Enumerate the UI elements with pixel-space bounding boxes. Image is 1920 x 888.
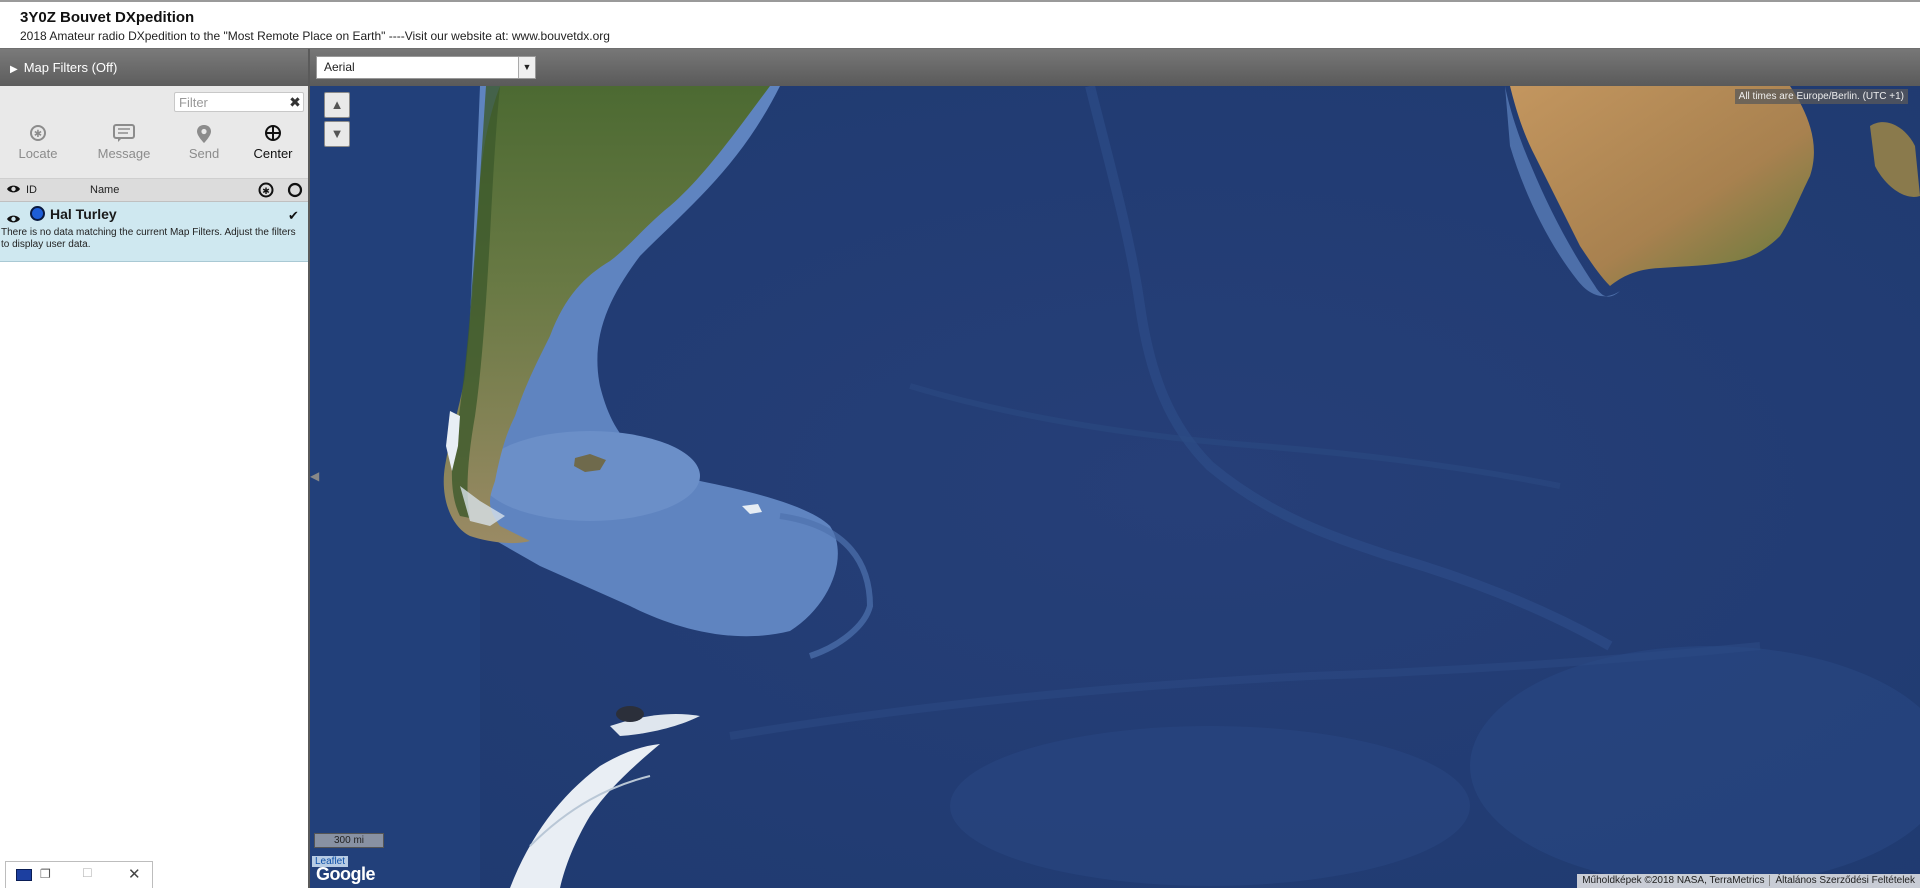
locate-icon: ✱ [3,124,73,144]
column-id[interactable]: ID [26,184,37,196]
scale-bar: 300 mi [314,833,384,848]
satellite-imagery [310,86,1920,888]
svg-text:✱: ✱ [262,187,270,197]
zoom-in-button[interactable]: ▲ [324,92,350,118]
message-icon [89,124,159,144]
message-button[interactable]: Message [89,124,159,161]
app-header: 3Y0Z Bouvet DXpedition 2018 Amateur radi… [0,0,1920,49]
page-subtitle: 2018 Amateur radio DXpedition to the "Mo… [20,29,610,43]
select-all-circle-icon[interactable] [287,182,303,201]
map-attribution: Műholdképek ©2018 NASA, TerraMetrics Álta… [1577,874,1920,888]
send-button[interactable]: Send [169,124,239,161]
user-list-header: ID Name ✱ [0,179,308,202]
toolbar: ✖ ✱ Locate Message Send Center [0,86,308,179]
chevron-down-icon: ▼ [518,57,535,78]
map-type-value: Aerial [324,60,355,74]
imagery-credit: Műholdképek ©2018 NASA, TerraMetrics [1582,875,1765,886]
close-icon[interactable]: ✕ [128,865,141,883]
message-label: Message [97,146,151,161]
center-label: Center [253,146,293,161]
minimized-window: ❐ ☐ ✕ [5,861,153,888]
page-title: 3Y0Z Bouvet DXpedition [20,9,195,26]
map-filters-label: Map Filters (Off) [23,60,118,75]
eye-icon[interactable] [6,184,21,197]
map-type-select[interactable]: Aerial ▼ [316,56,536,79]
center-button[interactable]: Center [238,124,308,161]
crosshair-icon [238,124,308,144]
sidebar: ▶ Map Filters (Off) ✖ ✱ Locate Message Se… [0,49,310,888]
google-logo: Google [316,864,376,884]
column-name[interactable]: Name [90,184,119,196]
no-data-message: There is no data matching the current Ma… [1,227,296,250]
map-toolbar: Aerial ▼ [310,49,1920,86]
locate-label: Locate [18,146,58,161]
timezone-badge: All times are Europe/Berlin. (UTC +1) [1734,89,1908,104]
collapse-sidebar-handle[interactable]: ◀ [310,469,322,499]
send-label: Send [188,146,220,161]
locate-button[interactable]: ✱ Locate [3,124,73,161]
map-filters-toggle[interactable]: ▶ Map Filters (Off) [0,49,308,86]
terms-link[interactable]: Általános Szerződési Feltételek [1769,875,1920,886]
maximize-icon[interactable]: ☐ [82,866,93,880]
svg-text:✱: ✱ [34,129,42,140]
user-row[interactable]: Hal Turley ✔ There is no data matching t… [0,202,308,262]
user-color-dot [30,206,45,221]
clear-filter-icon[interactable]: ✖ [287,92,303,112]
window-icon[interactable] [16,869,32,881]
checkmark-icon[interactable]: ✔ [288,208,299,224]
map-view[interactable]: ▲ ▼ ◀ All times are Europe/Berlin. (UTC … [310,86,1920,888]
map-pin-icon [169,124,239,144]
locate-all-icon[interactable]: ✱ [258,182,274,201]
filter-input[interactable] [174,92,304,112]
restore-icon[interactable]: ❐ [40,867,51,881]
triangle-right-icon: ▶ [10,64,18,75]
zoom-out-button[interactable]: ▼ [324,121,350,147]
user-name[interactable]: Hal Turley [50,206,117,222]
